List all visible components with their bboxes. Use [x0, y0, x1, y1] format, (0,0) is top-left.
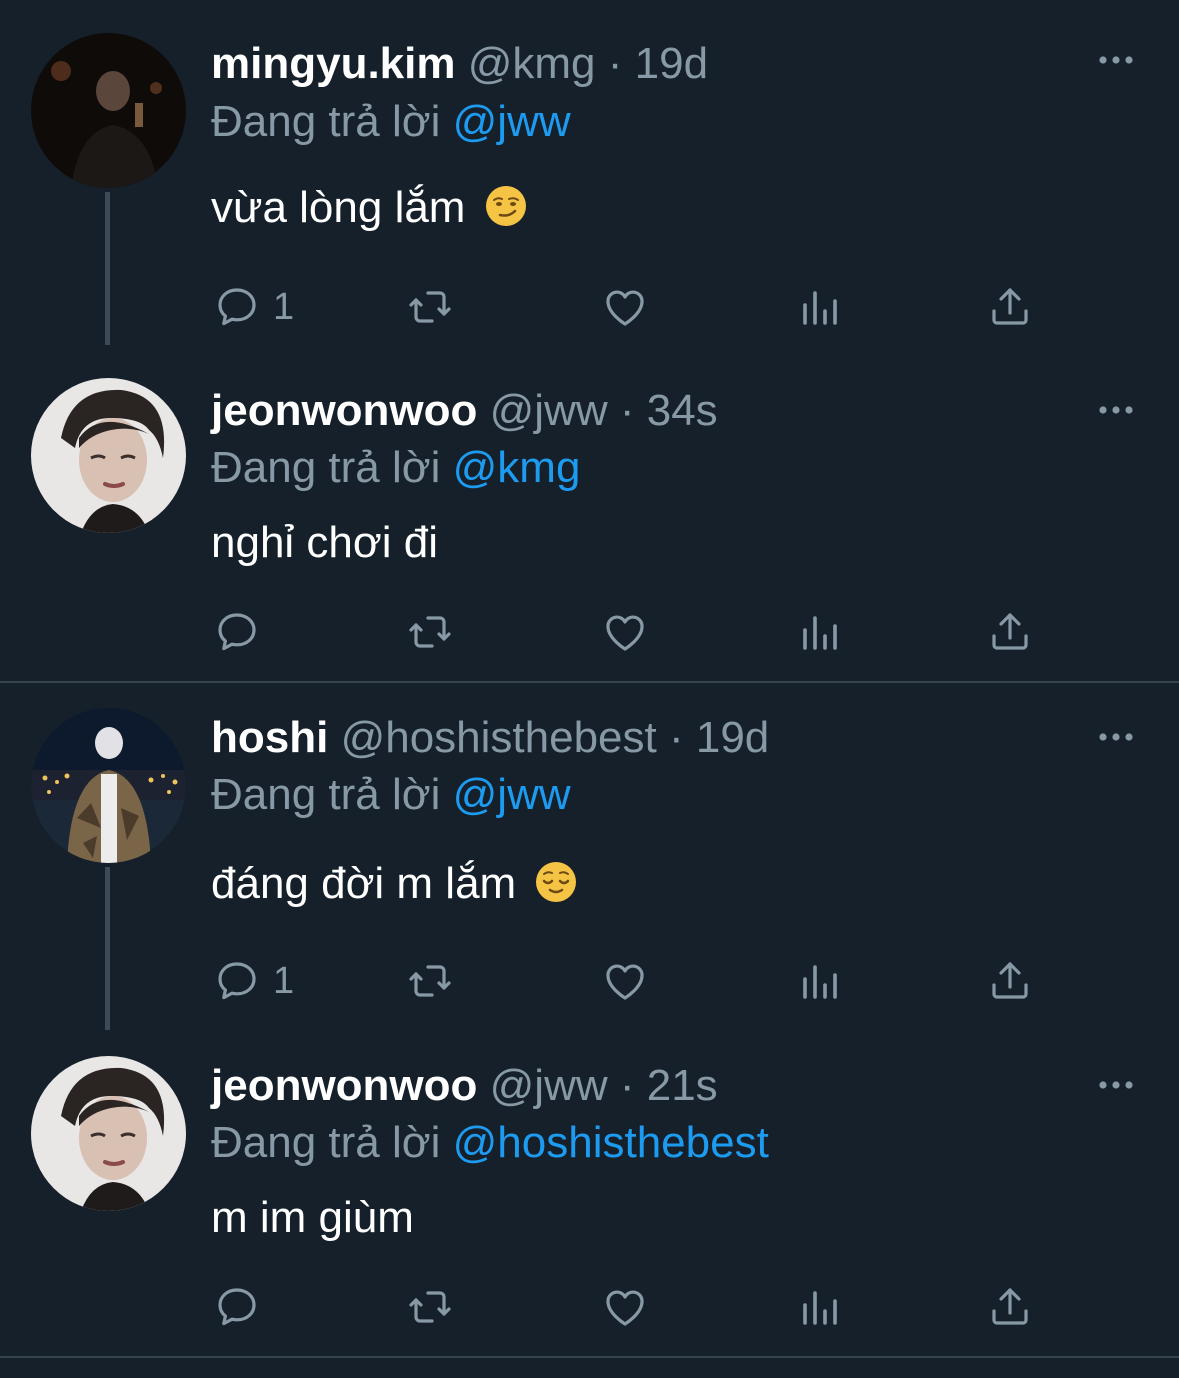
- replying-to-label: Đang trả lời: [211, 97, 441, 146]
- replying-to: Đang trả lời @jww: [211, 96, 571, 148]
- reply-thread: mingyu.kim @kmg · 19d Đang trả lời @jww …: [0, 0, 1179, 1358]
- replying-to-label: Đang trả lời: [211, 443, 441, 492]
- reply-icon: [213, 283, 261, 331]
- tweet-hoshi[interactable]: hoshi @hoshisthebest · 19d Đang trả lời …: [0, 684, 1179, 1030]
- smirking-face-emoji: [485, 186, 526, 226]
- handle-and-time: @hoshisthebest · 19d: [340, 713, 770, 762]
- handle-and-time: @kmg · 19d: [467, 39, 709, 88]
- handle-and-time: @jww · 34s: [489, 386, 718, 435]
- like-icon: [601, 283, 649, 331]
- display-name[interactable]: hoshi: [211, 713, 328, 762]
- display-name[interactable]: jeonwonwoo: [211, 1061, 477, 1110]
- like-icon: [601, 957, 649, 1005]
- analytics-button[interactable]: [795, 956, 843, 1006]
- share-button[interactable]: [986, 607, 1034, 657]
- retweet-button[interactable]: [406, 1282, 454, 1332]
- more-icon[interactable]: [1097, 1075, 1135, 1095]
- analytics-icon: [795, 283, 843, 331]
- share-button[interactable]: [986, 956, 1034, 1006]
- reply-icon: [213, 608, 261, 656]
- analytics-icon: [795, 608, 843, 656]
- tweet-text: đáng đời m lắm: [211, 858, 578, 910]
- tweet-text: nghỉ chơi đi: [211, 517, 438, 569]
- replying-to: Đang trả lời @hoshisthebest: [211, 1117, 769, 1169]
- analytics-button[interactable]: [795, 282, 843, 332]
- tweet-mingyu[interactable]: mingyu.kim @kmg · 19d Đang trả lời @jww …: [0, 0, 1179, 345]
- analytics-icon: [795, 1283, 843, 1331]
- reply-count: 1: [273, 959, 295, 1002]
- mention-link[interactable]: @jww: [453, 97, 571, 146]
- like-button[interactable]: [601, 1282, 649, 1332]
- share-icon: [986, 957, 1034, 1005]
- retweet-icon: [406, 957, 454, 1005]
- tweet-divider: [0, 681, 1179, 683]
- mention-link[interactable]: @jww: [453, 770, 571, 819]
- share-button[interactable]: [986, 282, 1034, 332]
- retweet-button[interactable]: [406, 607, 454, 657]
- replying-to: Đang trả lời @kmg: [211, 442, 580, 494]
- like-icon: [601, 1283, 649, 1331]
- more-icon[interactable]: [1097, 50, 1135, 70]
- reply-count: 1: [273, 285, 295, 328]
- analytics-button[interactable]: [795, 607, 843, 657]
- reply-icon: [213, 1283, 261, 1331]
- reply-icon: [213, 957, 261, 1005]
- mention-link[interactable]: @hoshisthebest: [453, 1118, 769, 1167]
- share-button[interactable]: [986, 1282, 1034, 1332]
- reply-button[interactable]: [213, 1282, 261, 1332]
- tweet-header: hoshi @hoshisthebest · 19d: [211, 712, 769, 764]
- tweet-text-content: đáng đời m lắm: [211, 859, 517, 908]
- relieved-face-emoji: [536, 862, 577, 902]
- action-bar: 1: [0, 282, 1179, 332]
- action-bar: 1: [0, 956, 1179, 1006]
- reply-button[interactable]: 1: [213, 956, 294, 1006]
- avatar[interactable]: [31, 33, 186, 188]
- display-name[interactable]: jeonwonwoo: [211, 386, 477, 435]
- avatar[interactable]: [31, 1056, 186, 1211]
- retweet-icon: [406, 1283, 454, 1331]
- tweet-text-content: m im giùm: [211, 1193, 414, 1242]
- handle-and-time: @jww · 21s: [489, 1061, 718, 1110]
- more-icon[interactable]: [1097, 727, 1135, 747]
- share-icon: [986, 608, 1034, 656]
- tweet-jeonwonwoo-2[interactable]: jeonwonwoo @jww · 21s Đang trả lời @hosh…: [0, 1030, 1179, 1368]
- mention-link[interactable]: @kmg: [453, 443, 581, 492]
- tweet-jeonwonwoo-1[interactable]: jeonwonwoo @jww · 34s Đang trả lời @kmg …: [0, 345, 1179, 683]
- retweet-icon: [406, 608, 454, 656]
- retweet-button[interactable]: [406, 956, 454, 1006]
- tweet-text-content: vừa lòng lắm: [211, 183, 466, 232]
- share-icon: [986, 1283, 1034, 1331]
- retweet-button[interactable]: [406, 282, 454, 332]
- tweet-text-content: nghỉ chơi đi: [211, 518, 438, 567]
- reply-button[interactable]: [213, 607, 261, 657]
- tweet-header: mingyu.kim @kmg · 19d: [211, 38, 708, 90]
- reply-button[interactable]: 1: [213, 282, 294, 332]
- share-icon: [986, 283, 1034, 331]
- display-name[interactable]: mingyu.kim: [211, 39, 456, 88]
- like-icon: [601, 608, 649, 656]
- analytics-icon: [795, 957, 843, 1005]
- avatar[interactable]: [31, 378, 186, 533]
- tweet-header: jeonwonwoo @jww · 21s: [211, 1060, 718, 1112]
- action-bar: [0, 607, 1179, 657]
- replying-to-label: Đang trả lời: [211, 1118, 441, 1167]
- replying-to: Đang trả lời @jww: [211, 769, 571, 821]
- analytics-button[interactable]: [795, 1282, 843, 1332]
- avatar[interactable]: [31, 708, 186, 863]
- replying-to-label: Đang trả lời: [211, 770, 441, 819]
- tweet-text: vừa lòng lắm: [211, 182, 528, 234]
- more-icon[interactable]: [1097, 400, 1135, 420]
- like-button[interactable]: [601, 282, 649, 332]
- like-button[interactable]: [601, 956, 649, 1006]
- retweet-icon: [406, 283, 454, 331]
- tweet-divider: [0, 1356, 1179, 1358]
- tweet-text: m im giùm: [211, 1192, 414, 1244]
- action-bar: [0, 1282, 1179, 1332]
- tweet-header: jeonwonwoo @jww · 34s: [211, 385, 718, 437]
- like-button[interactable]: [601, 607, 649, 657]
